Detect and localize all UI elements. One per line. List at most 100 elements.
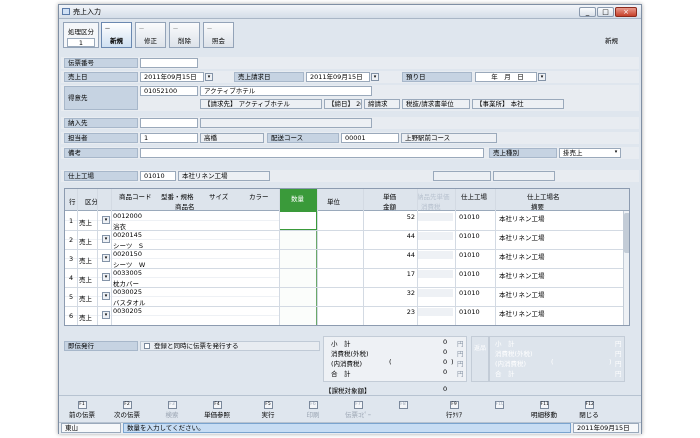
col-price-sub1: 納品先単価	[417, 193, 450, 201]
factory-label: 仕上工場	[64, 171, 138, 181]
row-kubun[interactable]: 売上	[79, 255, 92, 265]
customer-code-field[interactable]: 01052100	[140, 86, 198, 96]
yen-unit: 円	[457, 350, 464, 358]
row-divider	[65, 325, 623, 326]
inquiry-button[interactable]: — 照会	[203, 22, 234, 48]
taxable-value: 0	[443, 385, 448, 393]
fkey-label: 伝票ｺﾋﾟｰ	[345, 411, 371, 419]
row-divider	[65, 287, 623, 288]
chevron-down-icon[interactable]: ▾	[102, 254, 110, 262]
row-number: 1	[69, 217, 74, 225]
chevron-down-icon[interactable]: ▾	[102, 273, 110, 281]
row-kubun[interactable]: 売上	[79, 274, 92, 284]
function-key-icon: F2	[122, 401, 132, 409]
item-factory: 01010	[459, 270, 480, 278]
billing-date-label: 売上請求日	[234, 72, 304, 82]
sales-entry-window: 売上入力 _ □ × 処理区分 1 — 新規 — 修正 — 削除 — 照会 新規 伝票番…	[58, 4, 642, 434]
maximize-button[interactable]: □	[597, 7, 614, 17]
row-divider	[65, 230, 623, 231]
fkey-f5-button[interactable]: F5 実行	[251, 401, 285, 419]
item-code[interactable]: 0030205	[113, 307, 142, 315]
sub-price-cell	[417, 232, 453, 240]
delivery-code-field[interactable]	[140, 118, 198, 128]
item-factory: 01010	[459, 308, 480, 316]
row-kubun[interactable]: 売上	[79, 312, 92, 322]
new-button[interactable]: — 新規	[101, 22, 132, 48]
divider	[59, 395, 641, 396]
factory-code-field[interactable]: 01010	[140, 171, 176, 181]
sub-price-cell	[417, 289, 453, 297]
item-code[interactable]: 0030025	[113, 288, 142, 296]
blank-field	[433, 171, 491, 181]
item-code[interactable]: 0033005	[113, 269, 142, 277]
mode-label: 処理区分	[68, 28, 94, 36]
calendar-dropdown-icon[interactable]: ▾	[538, 73, 546, 81]
sales-date-field[interactable]: 2011年09月15日	[140, 72, 204, 82]
chevron-down-icon[interactable]: ▾	[102, 292, 110, 300]
chevron-down-icon[interactable]: ▾	[612, 149, 620, 157]
item-factory-name: 本社リネン工場	[499, 272, 545, 280]
fkey-f1-button[interactable]: F1 前の伝票	[65, 401, 99, 419]
fkey-f6-button[interactable]: F6 印刷	[296, 401, 330, 419]
item-name: シーツ W	[113, 261, 146, 269]
item-code[interactable]: 0012000	[113, 212, 142, 220]
chevron-down-icon[interactable]: ▾	[102, 216, 110, 224]
issue-checkbox[interactable]	[144, 343, 150, 349]
remarks-field[interactable]	[140, 148, 484, 158]
close-button[interactable]: ×	[615, 7, 637, 17]
function-key-icon: F7	[353, 401, 363, 409]
fkey-f10-button[interactable]: F10	[482, 401, 516, 419]
item-factory-name: 本社リネン工場	[499, 215, 545, 223]
fkey-f2-button[interactable]: F2 次の伝票	[110, 401, 144, 419]
col-code: 商品コード	[119, 193, 152, 201]
slip-no-field[interactable]	[140, 58, 198, 68]
item-factory: 01010	[459, 232, 480, 240]
customer-name-field[interactable]: アクティブホテル	[200, 86, 372, 96]
col-color: カラー	[249, 193, 269, 201]
item-code[interactable]: 0020145	[113, 231, 142, 239]
mode-field[interactable]: 1	[67, 38, 95, 47]
row-kubun[interactable]: 売上	[79, 293, 92, 303]
issue-checkbox-label: 登録と同時に伝票を発行する	[154, 342, 239, 350]
delete-button[interactable]: — 削除	[169, 22, 200, 48]
tax-in-label: (内消費税)	[331, 360, 363, 368]
yen-unit: 円	[615, 360, 622, 368]
chevron-down-icon[interactable]: ▾	[102, 311, 110, 319]
fkey-f11-button[interactable]: F11 明細移動	[527, 401, 561, 419]
calendar-dropdown-icon[interactable]: ▾	[205, 73, 213, 81]
item-price: 52	[406, 213, 415, 221]
fkey-f4-button[interactable]: F4 単価参照	[200, 401, 234, 419]
deposit-date-field[interactable]: 年 月 日	[475, 72, 537, 82]
office-field: 【事業所】 本社	[472, 99, 564, 109]
fkey-label: 閉じる	[579, 411, 599, 419]
edit-button[interactable]: — 修正	[135, 22, 166, 48]
column-divider	[317, 189, 318, 325]
item-code[interactable]: 0020150	[113, 250, 142, 258]
column-divider	[77, 189, 78, 325]
fkey-f3-button[interactable]: F3 検索	[155, 401, 189, 419]
subtotal-value: 0	[443, 338, 448, 346]
col-price-sub2: 消費税	[421, 203, 441, 211]
item-factory-name: 本社リネン工場	[499, 291, 545, 299]
fkey-f7-button[interactable]: F7 伝票ｺﾋﾟｰ	[341, 401, 375, 419]
chevron-down-icon[interactable]: ▾	[102, 235, 110, 243]
calendar-dropdown-icon[interactable]: ▾	[371, 73, 379, 81]
column-divider	[97, 189, 98, 325]
row-kubun[interactable]: 売上	[79, 217, 92, 227]
status-date: 2011年09月15日	[573, 423, 639, 433]
fkey-f8-button[interactable]: F8	[386, 401, 420, 419]
function-key-icon: F4	[212, 401, 222, 409]
tax-out-label: 消費税(外税)	[331, 350, 369, 358]
billing-date-field[interactable]: 2011年09月15日	[306, 72, 370, 82]
row-kubun[interactable]: 売上	[79, 236, 92, 246]
fkey-label: 前の伝票	[69, 411, 95, 419]
qty-input-active[interactable]	[279, 211, 317, 230]
staff-code-field[interactable]: 1	[140, 133, 198, 143]
function-key-icon: F1	[77, 401, 87, 409]
fkey-f12-button[interactable]: F12 閉じる	[572, 401, 606, 419]
route-code-field[interactable]: 00001	[341, 133, 399, 143]
grid-scroll-thumb[interactable]	[624, 213, 629, 253]
col-type: 型番・規格	[161, 193, 194, 201]
minimize-button[interactable]: _	[579, 7, 596, 17]
fkey-f9-button[interactable]: F9 行ｸﾘｱ	[437, 401, 471, 419]
